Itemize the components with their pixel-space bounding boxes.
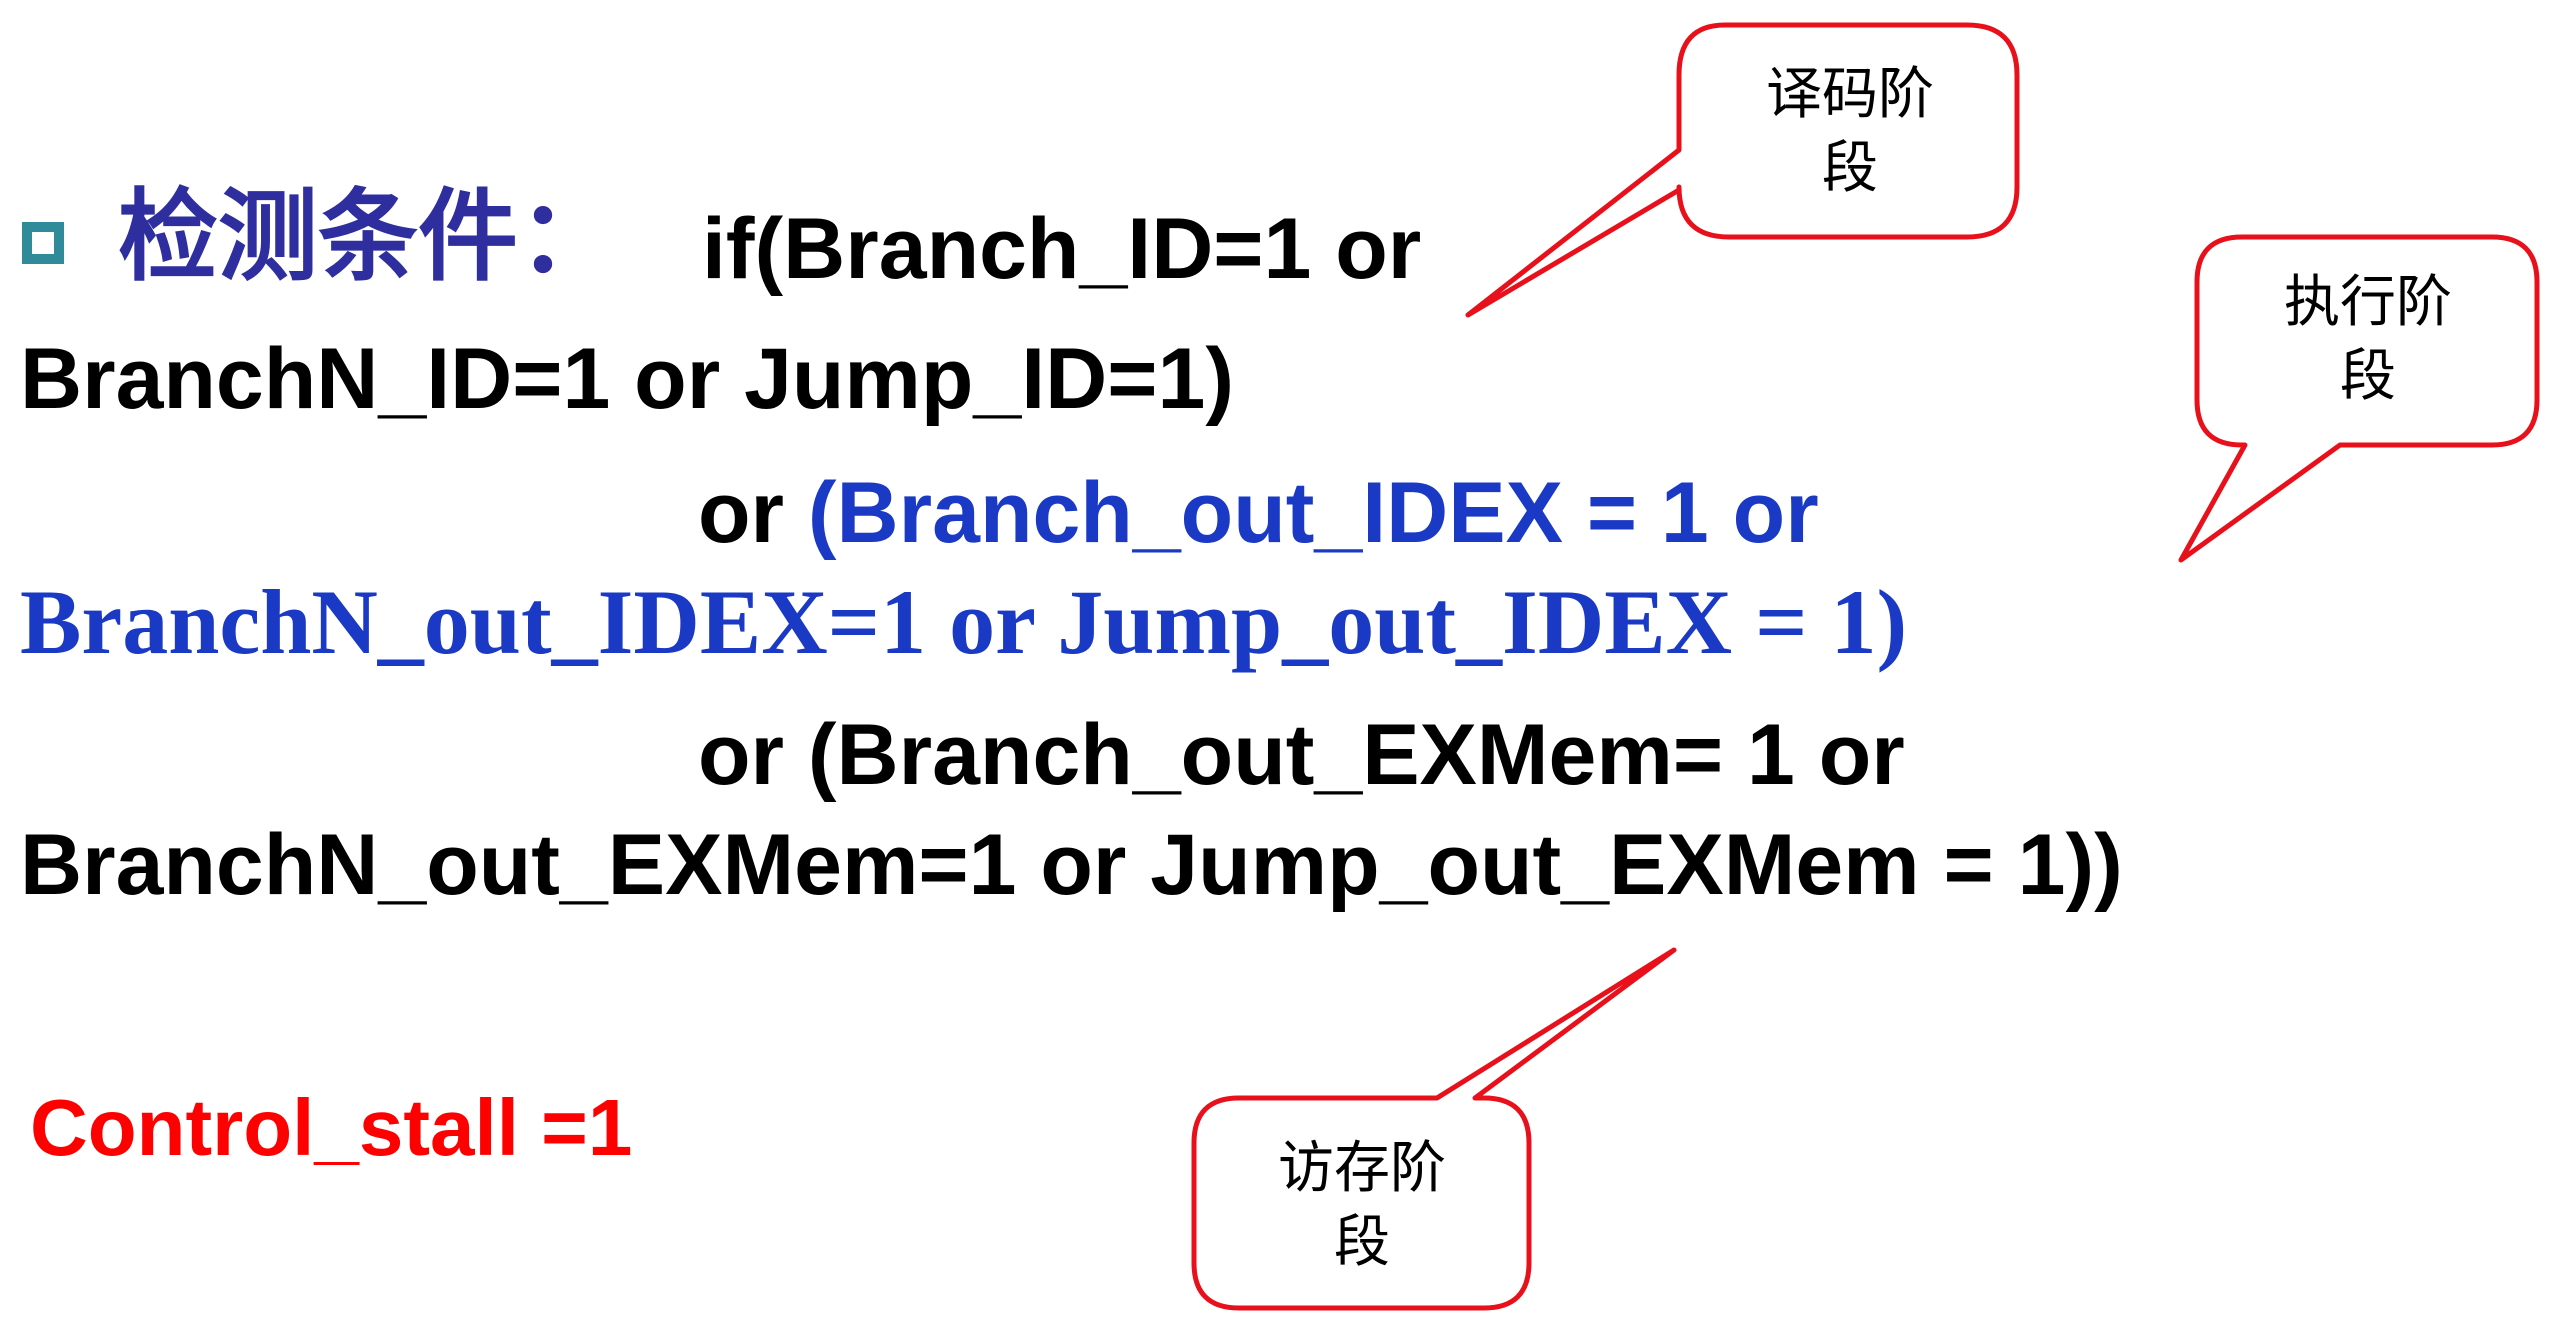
control-stall-result: Control_stall =1 xyxy=(30,1083,633,1172)
callout-decode-stage: 译码阶 段 xyxy=(1700,58,2000,206)
callout-decode-line-1: 译码阶 xyxy=(1766,62,1934,127)
condition-line-3: or (Branch_out_IDEX = 1 or xyxy=(698,470,1819,556)
condition-line-3-highlight: (Branch_out_IDEX = 1 or xyxy=(807,465,1819,561)
callout-execute-line-2: 段 xyxy=(2340,344,2396,409)
square-bullet-icon xyxy=(22,222,64,264)
condition-line-2: BranchN_ID=1 or Jump_ID=1) xyxy=(20,331,1234,427)
callout-execute-line-1: 执行阶 xyxy=(2284,270,2452,335)
callout-execute-stage: 执行阶 段 xyxy=(2218,266,2518,414)
callout-decode-line-2: 段 xyxy=(1822,136,1878,201)
callout-memory-stage: 访存阶 段 xyxy=(1212,1132,1512,1280)
condition-line-5: or (Branch_out_EXMem= 1 or xyxy=(698,707,1905,803)
condition-line-4: BranchN_out_IDEX=1 or Jump_out_IDEX = 1) xyxy=(20,571,1908,673)
condition-line-6: BranchN_out_EXMem=1 or Jump_out_EXMem = … xyxy=(20,817,2123,913)
condition-line-3-prefix: or xyxy=(698,465,808,561)
callout-memory-line-2: 段 xyxy=(1334,1210,1390,1275)
heading-label: 检测条件： xyxy=(118,177,618,295)
callout-memory-line-1: 访存阶 xyxy=(1278,1136,1446,1201)
condition-line-1: if(Branch_ID=1 or xyxy=(702,201,1422,297)
